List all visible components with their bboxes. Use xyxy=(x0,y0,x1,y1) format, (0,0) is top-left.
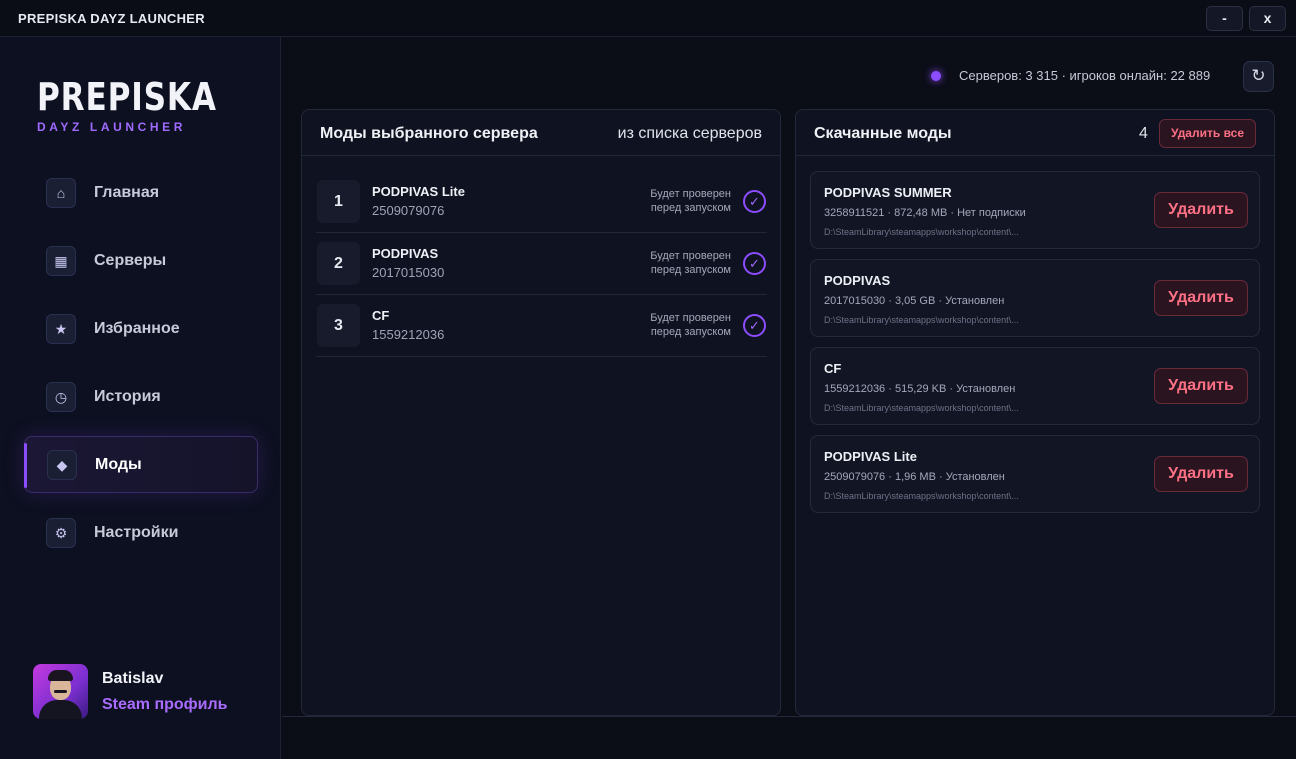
refresh-button[interactable]: ↻ xyxy=(1243,61,1274,92)
avatar-mustache xyxy=(54,690,67,693)
sidebar-item-label: Серверы xyxy=(94,251,167,269)
grid-icon: ▦ xyxy=(46,245,76,276)
sidebar-item-history[interactable]: ◷ История xyxy=(24,368,258,425)
mod-meta: 2017015030 · 3,05 GB · Установлен xyxy=(824,295,1005,307)
list-item: 3 CF 1559212036 Будет проверен перед зап… xyxy=(316,295,767,357)
downloaded-mod-card: PODPIVAS SUMMER 3258911521 · 872,48 MB ·… xyxy=(810,171,1260,249)
panel-subtitle: из списка серверов xyxy=(617,125,762,142)
mod-path: D:\SteamLibrary\steamapps\workshop\conte… xyxy=(824,403,1019,413)
mod-name: PODPIVAS Lite xyxy=(824,449,917,464)
star-icon: ★ xyxy=(46,313,76,344)
mod-name: CF xyxy=(824,361,842,376)
minimize-button[interactable]: - xyxy=(1206,6,1243,31)
status-dot-icon xyxy=(931,71,941,81)
mod-status-line: Будет проверен xyxy=(650,312,731,324)
profile-name: Batislav xyxy=(102,670,164,687)
server-stats-text: Серверов: 3 315 · игроков онлайн: 22 889 xyxy=(959,68,1211,83)
avatar-hair xyxy=(48,670,73,681)
refresh-icon: ↻ xyxy=(1251,66,1266,85)
sidebar-item-label: Настройки xyxy=(94,523,179,541)
delete-mod-button[interactable]: Удалить xyxy=(1154,192,1248,228)
panel-title: Моды выбранного сервера xyxy=(320,125,538,142)
server-mods-panel: Моды выбранного сервера из списка сервер… xyxy=(301,109,781,716)
mod-meta: 2509079076 · 1,96 MB · Установлен xyxy=(824,471,1005,483)
mod-path: D:\SteamLibrary\steamapps\workshop\conte… xyxy=(824,315,1019,325)
mod-status: Будет проверен перед запуском xyxy=(650,249,731,277)
title-bar: PREPISKA DAYZ LAUNCHER - x xyxy=(0,0,1296,37)
list-item: 1 PODPIVAS Lite 2509079076 Будет провере… xyxy=(316,171,767,233)
mod-status-line: перед запуском xyxy=(650,202,731,214)
delete-all-button[interactable]: Удалить все xyxy=(1159,119,1256,148)
check-circle-icon: ✓ xyxy=(743,252,766,275)
mod-meta: 3258911521 · 872,48 MB · Нет подписки xyxy=(824,207,1026,219)
mods-count: 4 xyxy=(1139,125,1148,142)
mod-status: Будет проверен перед запуском xyxy=(650,311,731,339)
sidebar-item-label: Моды xyxy=(95,455,142,473)
mod-name: PODPIVAS xyxy=(372,246,439,261)
sidebar-item-home[interactable]: ⌂ Главная xyxy=(24,164,258,221)
avatar-body xyxy=(39,700,82,719)
mod-id: 2509079076 xyxy=(372,203,445,218)
sidebar-item-favorites[interactable]: ★ Избранное xyxy=(24,300,258,357)
sidebar-item-label: История xyxy=(94,387,161,405)
mod-number: 1 xyxy=(317,180,360,223)
delete-mod-button[interactable]: Удалить xyxy=(1154,368,1248,404)
sidebar-item-settings[interactable]: ⚙ Настройки xyxy=(24,504,258,561)
avatar[interactable] xyxy=(33,664,88,719)
mod-meta: 1559212036 · 515,29 KB · Установлен xyxy=(824,383,1016,395)
mod-status-line: перед запуском xyxy=(650,264,731,276)
user-profile: Batislav Steam профиль xyxy=(33,664,263,722)
check-circle-icon: ✓ xyxy=(743,190,766,213)
mod-name: PODPIVAS xyxy=(824,273,891,288)
downloaded-mod-card: PODPIVAS Lite 2509079076 · 1,96 MB · Уст… xyxy=(810,435,1260,513)
delete-mod-button[interactable]: Удалить xyxy=(1154,456,1248,492)
mod-number: 2 xyxy=(317,242,360,285)
check-circle-icon: ✓ xyxy=(743,314,766,337)
mod-status: Будет проверен перед запуском xyxy=(650,187,731,215)
sidebar-item-label: Избранное xyxy=(94,319,180,337)
panel-header: Скачанные моды 4 Удалить все xyxy=(796,110,1274,156)
panel-header: Моды выбранного сервера из списка сервер… xyxy=(302,110,780,156)
mod-status-line: перед запуском xyxy=(650,326,731,338)
mod-status-line: Будет проверен xyxy=(650,188,731,200)
downloaded-mod-card: CF 1559212036 · 515,29 KB · Установлен D… xyxy=(810,347,1260,425)
sidebar: PREPISKA DAYZ LAUNCHER ⌂ Главная ▦ Серве… xyxy=(0,37,281,759)
downloaded-mods-panel: Скачанные моды 4 Удалить все PODPIVAS SU… xyxy=(795,109,1275,716)
bottom-bar xyxy=(282,716,1296,759)
mod-name: PODPIVAS SUMMER xyxy=(824,185,952,200)
downloaded-mod-card: PODPIVAS 2017015030 · 3,05 GB · Установл… xyxy=(810,259,1260,337)
sidebar-item-servers[interactable]: ▦ Серверы xyxy=(24,232,258,289)
mod-id: 2017015030 xyxy=(372,265,445,280)
sidebar-item-mods[interactable]: ◆ Моды xyxy=(24,436,258,493)
mod-name: PODPIVAS Lite xyxy=(372,184,465,199)
mod-number: 3 xyxy=(317,304,360,347)
clock-icon: ◷ xyxy=(46,381,76,412)
steam-profile-link[interactable]: Steam профиль xyxy=(102,696,228,714)
panel-title: Скачанные моды xyxy=(814,125,952,142)
logo-subtitle: DAYZ LAUNCHER xyxy=(37,120,187,134)
mod-name: CF xyxy=(372,308,390,323)
mod-path: D:\SteamLibrary\steamapps\workshop\conte… xyxy=(824,227,1019,237)
sidebar-item-label: Главная xyxy=(94,183,160,201)
mod-id: 1559212036 xyxy=(372,327,445,342)
gear-icon: ⚙ xyxy=(46,517,76,548)
window-title: PREPISKA DAYZ LAUNCHER xyxy=(18,11,205,26)
list-item: 2 PODPIVAS 2017015030 Будет проверен пер… xyxy=(316,233,767,295)
home-icon: ⌂ xyxy=(46,177,76,208)
delete-mod-button[interactable]: Удалить xyxy=(1154,280,1248,316)
logo-title: PREPISKA xyxy=(37,75,217,119)
diamond-icon: ◆ xyxy=(47,449,77,480)
close-button[interactable]: x xyxy=(1249,6,1286,31)
mod-status-line: Будет проверен xyxy=(650,250,731,262)
mod-path: D:\SteamLibrary\steamapps\workshop\conte… xyxy=(824,491,1019,501)
